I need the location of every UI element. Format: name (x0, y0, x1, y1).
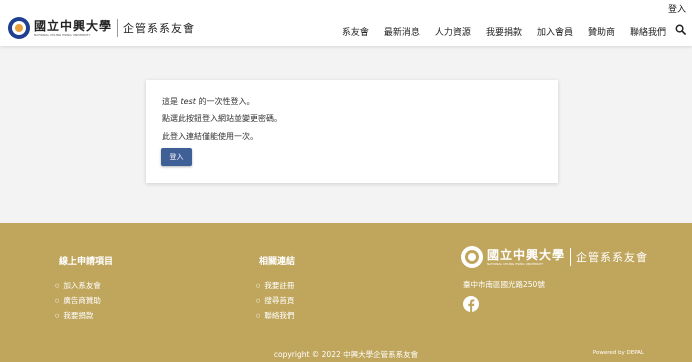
login-button[interactable]: 登入 (161, 148, 192, 166)
powered-by-text: Powered by DEPAL (592, 350, 644, 356)
footer-logo-school-english: NATIONAL CHUNG HSING UNIVERSITY (487, 261, 544, 266)
footer-link-search-home[interactable]: 搜尋首頁 (256, 295, 294, 306)
footer-link-join-alumni[interactable]: 加入系友會 (55, 280, 101, 291)
nav-item-alumni[interactable]: 系友會 (342, 25, 369, 38)
username: test (180, 97, 196, 106)
nav-item-donate[interactable]: 我要捐款 (486, 25, 522, 38)
login-message-line2: 點選此按鈕登入網站並變更密碼。 (162, 114, 282, 123)
copyright-text: copyright © 2022 中興大學企管系系友會 (273, 350, 419, 359)
footer-logo-divider (570, 248, 572, 266)
footer-bottom-bar: copyright © 2022 中興大學企管系系友會 Powered by D… (0, 345, 692, 362)
footer-col2-title: 相關連結 (259, 257, 296, 267)
footer-link-sponsor[interactable]: 廣告商贊助 (55, 295, 101, 306)
site-footer: 線上申請項目 加入系友會 廣告商贊助 我要捐款 相關連結 我要註冊 搜尋首頁 聯… (0, 223, 692, 345)
login-message-line3: 此登入連結僅能使用一次。 (162, 132, 258, 141)
search-icon[interactable] (675, 24, 686, 35)
nav-item-join[interactable]: 加入會員 (537, 25, 573, 38)
top-login-link[interactable]: 登入 (668, 2, 686, 15)
logo-school-name: 國立中興大學 (34, 18, 113, 33)
footer-logo-dept-name: 企管系系友會 (576, 251, 649, 264)
logo-divider (117, 19, 119, 37)
university-seal-icon (8, 17, 30, 39)
nav-item-contact[interactable]: 聯絡我們 (630, 25, 666, 38)
logo-dept-name: 企管系系友會 (123, 22, 196, 35)
main-nav: 系友會 最新消息 人力資源 我要捐款 加入會員 贊助商 聯絡我們 (327, 25, 666, 38)
site-logo[interactable]: 國立中興大學 NATIONAL CHUNG HSING UNIVERSITY 企… (8, 16, 195, 40)
logo-school-english: NATIONAL CHUNG HSING UNIVERSITY (34, 32, 91, 37)
logo-school: 國立中興大學 NATIONAL CHUNG HSING UNIVERSITY (34, 18, 113, 37)
nav-item-hr[interactable]: 人力資源 (435, 25, 471, 38)
footer-link-contact[interactable]: 聯絡我們 (256, 310, 294, 321)
footer-logo: 國立中興大學 NATIONAL CHUNG HSING UNIVERSITY 企… (461, 245, 648, 269)
footer-col1-title: 線上申請項目 (59, 257, 114, 267)
footer-logo-school-name: 國立中興大學 (487, 247, 566, 262)
nav-item-news[interactable]: 最新消息 (384, 25, 420, 38)
footer-link-register[interactable]: 我要註冊 (256, 280, 294, 291)
facebook-icon[interactable] (463, 296, 479, 312)
university-seal-icon (461, 246, 483, 268)
footer-address: 臺中市南區國光路250號 (463, 280, 545, 289)
nav-item-sponsors[interactable]: 贊助商 (588, 25, 615, 38)
site-header: 登入 國立中興大學 NATIONAL CHUNG HSING UNIVERSIT… (0, 0, 692, 46)
login-message-line1: 這是 test 的一次性登入。 (162, 97, 255, 106)
footer-logo-school: 國立中興大學 NATIONAL CHUNG HSING UNIVERSITY (487, 247, 566, 266)
footer-link-donate[interactable]: 我要捐款 (55, 310, 93, 321)
login-card: 這是 test 的一次性登入。 點選此按鈕登入網站並變更密碼。 此登入連結僅能使… (146, 80, 558, 183)
